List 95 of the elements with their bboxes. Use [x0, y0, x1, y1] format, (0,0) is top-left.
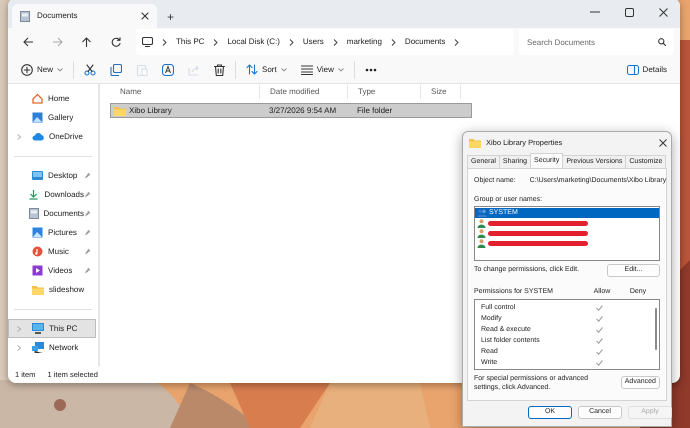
scrollbar-thumb[interactable] — [655, 308, 657, 350]
download-icon — [28, 189, 40, 200]
copy-icon — [110, 64, 122, 76]
folder-icon — [32, 284, 44, 294]
up-arrow-icon — [81, 37, 92, 47]
plus-circle-icon — [21, 64, 33, 76]
refresh-icon — [110, 37, 120, 47]
folder-icon — [114, 106, 126, 116]
list-view-icon — [300, 64, 313, 74]
sidebar-item[interactable]: Documents — [8, 204, 96, 223]
music-icon — [32, 246, 43, 257]
breadcrumb-item[interactable]: Users — [302, 36, 324, 48]
file-row[interactable]: Xibo Library 3/27/2026 9:54 AM File folder — [110, 103, 472, 118]
user-icon — [477, 238, 486, 248]
share-icon — [188, 64, 200, 76]
view-button[interactable]: View — [294, 60, 351, 78]
caret-icon — [280, 68, 287, 72]
video-icon — [32, 265, 43, 276]
clipboard-icon — [136, 64, 148, 76]
monitor-icon — [142, 37, 153, 47]
pin-icon — [84, 191, 91, 198]
sidebar-item[interactable]: Desktop — [8, 166, 96, 185]
address-bar[interactable]: This PC Local Disk (C:) Users marketing Documents — [136, 29, 514, 55]
pin-icon — [84, 229, 91, 236]
details-pane-icon — [626, 64, 639, 74]
user-icon — [477, 218, 486, 228]
column-header[interactable]: Type — [348, 85, 421, 99]
chevron-icon — [16, 344, 20, 350]
pictures-icon — [32, 227, 43, 238]
pin-icon — [84, 267, 91, 274]
breadcrumb-item[interactable]: Local Disk (C:) — [227, 36, 280, 48]
maximize-icon — [624, 8, 634, 16]
sidebar-item[interactable]: Network — [8, 338, 96, 357]
pin-icon — [84, 210, 91, 217]
close-button[interactable] — [659, 139, 667, 147]
sidebar-item[interactable]: Home — [8, 89, 96, 108]
new-button[interactable]: New — [14, 60, 70, 78]
desktop-icon — [32, 171, 43, 180]
date-cell-text: 3/27/2026 9:54 AM — [268, 104, 338, 116]
sidebar-item[interactable]: This PC — [8, 319, 96, 338]
column-header[interactable]: Name — [110, 85, 260, 99]
sidebar-item[interactable]: slideshow — [8, 280, 96, 299]
document-icon — [20, 10, 30, 22]
column-header[interactable]: Date modified — [260, 85, 348, 99]
back-arrow-icon — [23, 37, 34, 47]
chevron-icon — [332, 38, 338, 46]
chevron-icon — [162, 38, 167, 46]
sidebar-item[interactable]: OneDrive — [8, 127, 96, 146]
chevron-icon — [390, 38, 396, 46]
users-icon — [477, 209, 487, 217]
chevron-icon — [288, 38, 294, 46]
minimize-icon — [590, 11, 600, 13]
scissors-icon — [84, 64, 96, 76]
caret-icon — [57, 68, 64, 72]
computer-icon — [32, 323, 44, 334]
sort-button[interactable]: Sort — [239, 60, 294, 78]
close-icon — [658, 8, 668, 16]
column-header[interactable]: Size — [421, 85, 461, 99]
new-tab-button[interactable]: + — [157, 11, 184, 23]
user-icon — [477, 228, 486, 238]
sidebar-item[interactable]: Pictures — [8, 223, 96, 242]
sort-icon — [246, 64, 258, 75]
breadcrumb-item[interactable]: marketing — [346, 36, 382, 48]
breadcrumb-item[interactable]: Documents — [404, 36, 446, 48]
chevron-icon — [213, 38, 218, 46]
breadcrumb-item[interactable]: This PC — [176, 36, 204, 48]
sidebar-item[interactable]: Gallery — [8, 108, 96, 127]
pin-icon — [84, 248, 91, 255]
search-field[interactable]: Search Documents — [519, 29, 674, 55]
home-icon — [32, 93, 43, 104]
chevron-icon — [454, 38, 460, 46]
search-icon — [658, 38, 666, 46]
caret-icon — [338, 68, 344, 72]
window-tab[interactable]: Documents — [12, 4, 157, 28]
gallery-icon — [32, 112, 43, 123]
close-icon — [141, 12, 149, 20]
forward-arrow-icon — [52, 37, 63, 47]
file-name: Xibo Library — [129, 104, 172, 116]
chevron-icon — [16, 134, 20, 140]
tab-title: Documents — [37, 10, 78, 22]
network-icon — [32, 342, 44, 353]
sidebar-item[interactable]: Music — [8, 242, 96, 261]
more-icon — [364, 68, 377, 72]
type-cell-text: File folder — [356, 104, 392, 116]
sidebar-item[interactable]: Downloads — [8, 185, 96, 204]
chevron-icon — [16, 326, 20, 332]
close-icon — [659, 139, 667, 147]
cloud-icon — [32, 132, 44, 141]
pin-icon — [84, 172, 91, 179]
sidebar-item[interactable]: Videos — [8, 261, 96, 280]
document-icon — [28, 208, 39, 219]
folder-icon — [469, 138, 481, 148]
details-button[interactable]: Details — [620, 60, 674, 78]
trash-icon — [214, 64, 226, 76]
rename-icon — [162, 64, 174, 76]
